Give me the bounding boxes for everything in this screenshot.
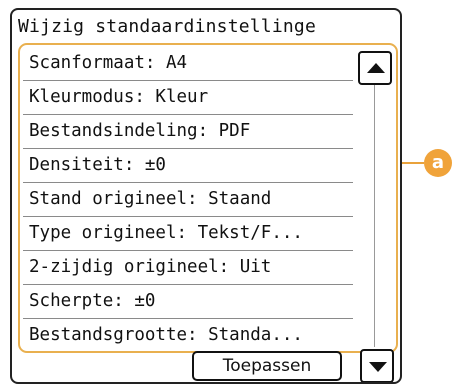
callout-leader-line <box>402 162 424 164</box>
list-item-scherpte[interactable]: Scherpte: ±0 <box>23 285 353 319</box>
list-item-scanformaat[interactable]: Scanformaat: A4 <box>23 47 353 81</box>
settings-screen: Wijzig standaardinstellinge Scanformaat:… <box>10 8 402 384</box>
triangle-up-icon <box>367 63 385 73</box>
list-item-kleurmodus[interactable]: Kleurmodus: Kleur <box>23 81 353 115</box>
scroll-up-button[interactable] <box>358 51 392 85</box>
callout-badge: a <box>424 149 452 177</box>
apply-button[interactable]: Toepassen <box>192 351 342 381</box>
list-item-2-zijdig-origineel[interactable]: 2-zijdig origineel: Uit <box>23 251 353 285</box>
scrollbar-track[interactable] <box>374 85 375 347</box>
triangle-down-icon <box>369 362 387 372</box>
settings-list: Scanformaat: A4 Kleurmodus: Kleur Bestan… <box>23 47 353 353</box>
list-item-type-origineel[interactable]: Type origineel: Tekst/F... <box>23 217 353 251</box>
scroll-down-button[interactable] <box>360 349 394 382</box>
list-item-stand-origineel[interactable]: Stand origineel: Staand <box>23 183 353 217</box>
screen-title: Wijzig standaardinstellinge <box>18 16 316 37</box>
settings-list-highlight: Scanformaat: A4 Kleurmodus: Kleur Bestan… <box>18 43 398 353</box>
list-item-bestandsindeling[interactable]: Bestandsindeling: PDF <box>23 115 353 149</box>
list-item-densiteit[interactable]: Densiteit: ±0 <box>23 149 353 183</box>
list-item-bestandsgrootte[interactable]: Bestandsgrootte: Standa... <box>23 319 353 353</box>
